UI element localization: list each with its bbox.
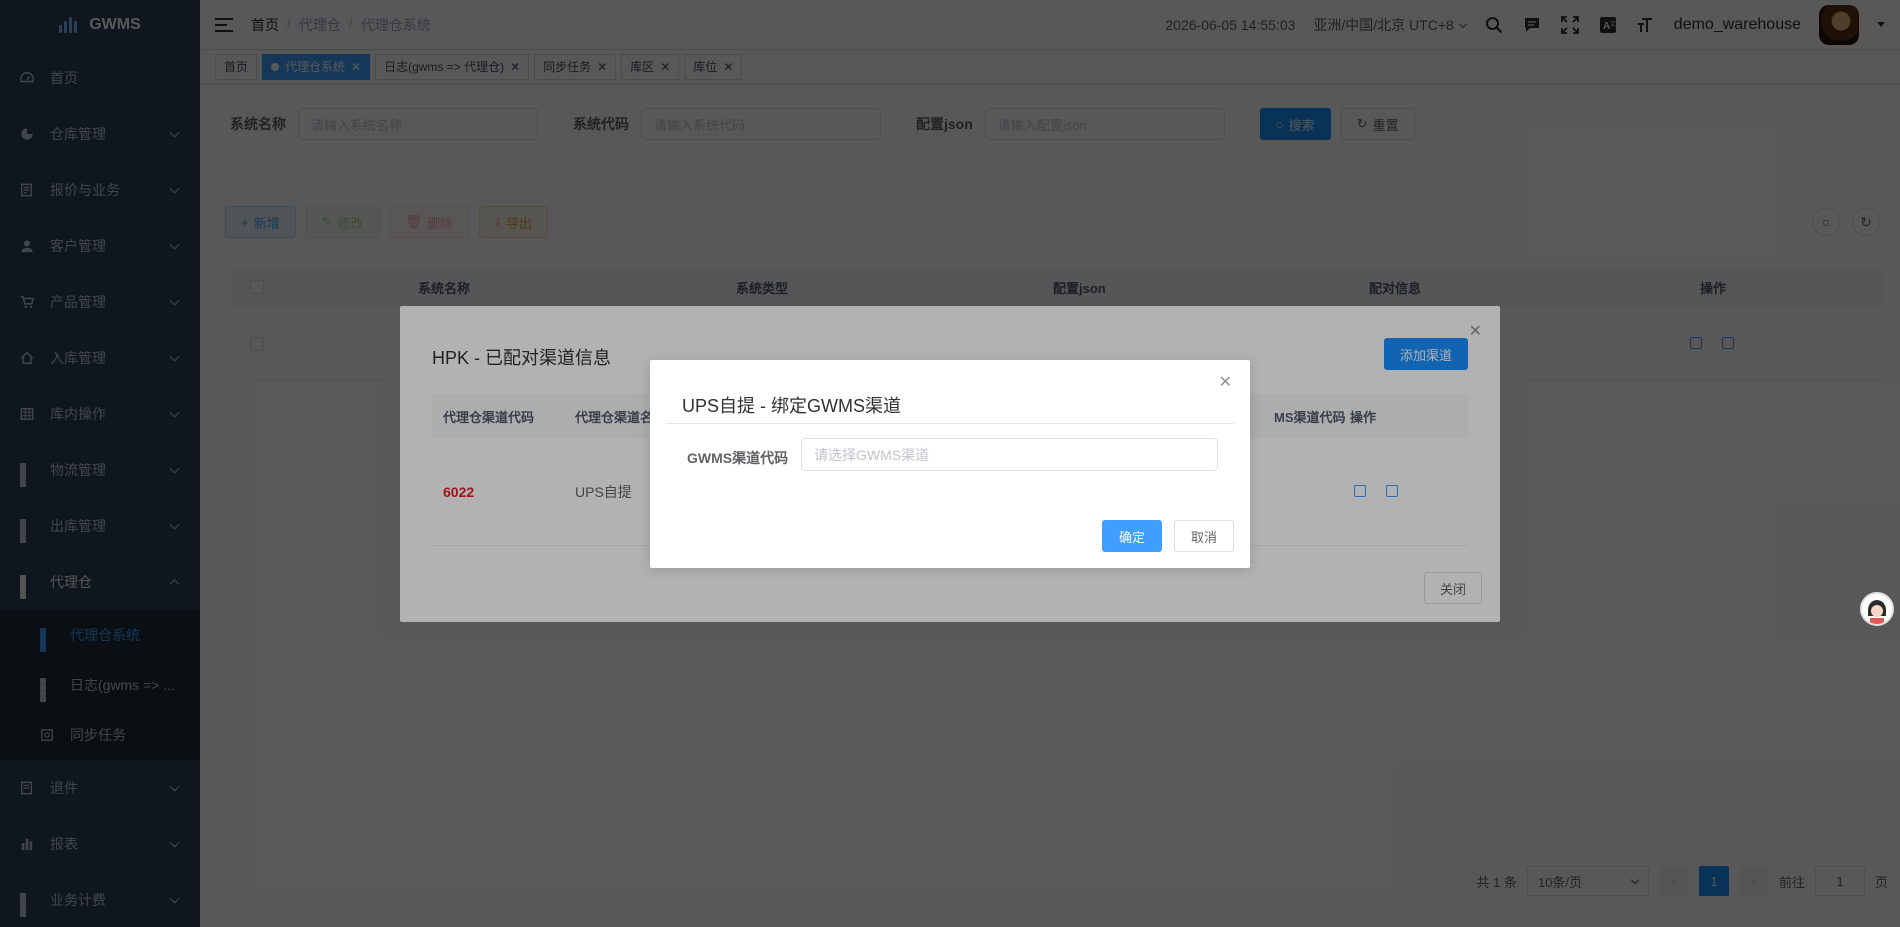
assistant-avatar[interactable] xyxy=(1860,592,1894,626)
dialog-title: UPS自提 - 绑定GWMS渠道 xyxy=(682,396,901,416)
divider xyxy=(666,423,1234,424)
cancel-button[interactable]: 取消 xyxy=(1173,520,1234,552)
gwms-channel-code-label: GWMS渠道代码 xyxy=(687,450,789,466)
close-icon[interactable]: ✕ xyxy=(1219,372,1232,392)
confirm-button[interactable]: 确定 xyxy=(1101,520,1162,552)
gwms-channel-select[interactable]: 请选择GWMS渠道 xyxy=(801,438,1218,471)
bind-channel-dialog: UPS自提 - 绑定GWMS渠道 ✕ GWMS渠道代码 请选择GWMS渠道 确定… xyxy=(650,360,1250,568)
